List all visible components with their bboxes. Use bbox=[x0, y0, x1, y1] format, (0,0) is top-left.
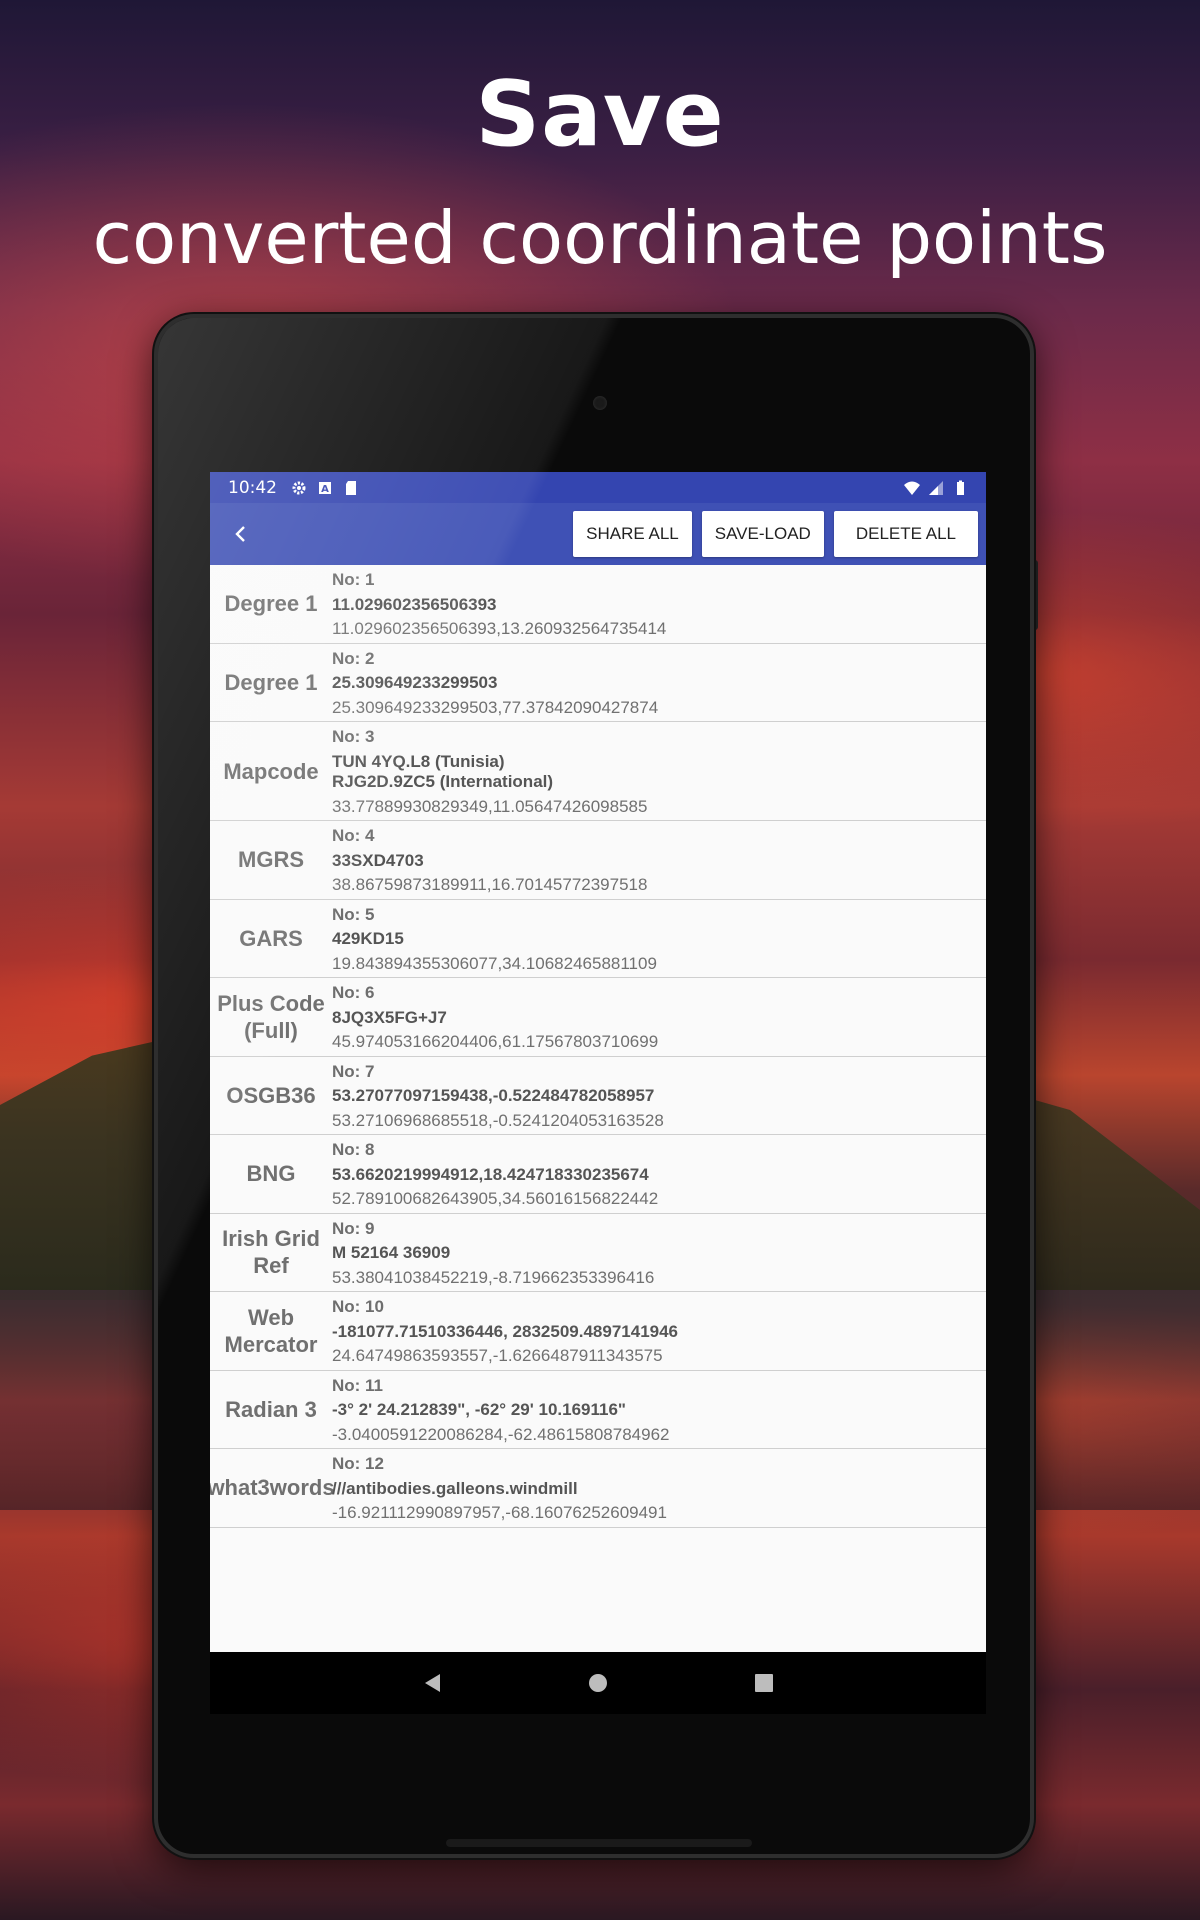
delete-all-button[interactable]: DELETE ALL bbox=[833, 511, 978, 557]
list-item[interactable]: Irish Grid Ref No: 9 M 52164 36909 53.38041… bbox=[210, 1214, 986, 1292]
lat-lon-value: 24.64749863593557,-1.6266487911343575 bbox=[332, 1346, 663, 1365]
entry-number: No: 5 bbox=[332, 904, 375, 924]
battery-icon bbox=[957, 480, 964, 495]
list-item[interactable]: OSGB36 No: 7 53.27077097159438,-0.52248478… bbox=[210, 1057, 986, 1135]
lat-lon-value: 19.843894355306077,34.10682465881109 bbox=[332, 953, 657, 973]
entry-details: No: 9 M 52164 36909 53.38041038452219,-8.7… bbox=[332, 1214, 986, 1292]
list-item[interactable]: Degree 1 No: 2 25.309649233299503 25.309649… bbox=[210, 644, 986, 722]
coordinate-type-label: BNG bbox=[246, 1161, 296, 1187]
entry-number: No: 6 bbox=[332, 983, 375, 1002]
entry-details: No: 10 -181077.71510336446, 2832509.48971… bbox=[332, 1292, 986, 1370]
entry-details: No: 1 11.029602356506393 11.02960235650639… bbox=[332, 565, 986, 643]
coordinate-type-label: Web Mercator bbox=[224, 1304, 318, 1357]
lat-lon-value: 11.029602356506393,13.260932564735414 bbox=[332, 619, 667, 638]
wifi-icon bbox=[904, 481, 920, 495]
coordinate-type-label: Degree 1 bbox=[224, 591, 318, 617]
lat-lon-value: 52.789100682643905,34.56016156822442 bbox=[332, 1189, 659, 1208]
converted-value: -181077.71510336446, 2832509.4897141946 bbox=[332, 1321, 679, 1341]
signal-icon bbox=[929, 480, 943, 495]
promo-subtitle: converted coordinate points bbox=[92, 196, 1108, 280]
promo-title: Save bbox=[475, 62, 725, 167]
lat-lon-value: 38.86759873189911,16.70145772397518 bbox=[332, 875, 648, 894]
app-toolbar: SHARE ALL SAVE-LOAD DELETE ALL bbox=[210, 503, 986, 565]
settings-icon bbox=[292, 481, 306, 494]
android-nav-bar bbox=[210, 1652, 986, 1714]
coordinate-type-label: Degree 1 bbox=[224, 669, 318, 695]
entry-number: No: 9 bbox=[332, 1218, 375, 1238]
lat-lon-value: -16.921112990897957,-68.16076252609491 bbox=[332, 1503, 667, 1522]
converted-value: 8JQ3X5FG+J7 bbox=[332, 1007, 447, 1027]
entry-details: No: 2 25.309649233299503 25.30964923329950… bbox=[332, 644, 986, 722]
list-item[interactable]: Web Mercator No: 10 -181077.71510336446, 2… bbox=[210, 1292, 986, 1371]
converted-value-secondary: RJG2D.9ZC5 (International) bbox=[332, 772, 554, 791]
coordinate-type-label: OSGB36 bbox=[226, 1082, 316, 1108]
converted-value: M 52164 36909 bbox=[332, 1243, 451, 1262]
converted-value: 53.27077097159438,-0.522484782058957 bbox=[332, 1086, 655, 1105]
converted-value: -3° 2' 24.212839", -62° 29' 10.169116" bbox=[332, 1400, 626, 1419]
nav-recents-icon[interactable] bbox=[751, 1670, 777, 1696]
nav-home-icon[interactable] bbox=[585, 1670, 611, 1696]
entry-number: No: 8 bbox=[332, 1140, 375, 1159]
font-icon: A bbox=[319, 481, 331, 495]
converted-value: 53.6620219994912,18.424718330235674 bbox=[332, 1164, 649, 1184]
entry-number: No: 7 bbox=[332, 1061, 375, 1081]
entry-number: No: 2 bbox=[332, 648, 375, 668]
svg-text:A: A bbox=[321, 484, 329, 495]
nav-back-icon[interactable] bbox=[419, 1670, 445, 1696]
lat-lon-value: 45.974053166204406,61.17567803710699 bbox=[332, 1032, 659, 1051]
entry-number: No: 3 bbox=[332, 727, 375, 746]
chevron-left-icon[interactable] bbox=[228, 521, 254, 547]
coordinate-type-label: Plus Code (Full) bbox=[217, 990, 325, 1043]
entry-details: No: 11 -3° 2' 24.212839", -62° 29' 10.169… bbox=[332, 1371, 986, 1449]
coordinate-type-label: MGRS bbox=[238, 847, 304, 873]
app-screen: 10:42 A SHARE ALL SAVE-LOAD DELETE ALL D… bbox=[210, 472, 986, 1714]
list-item[interactable]: GARS No: 5 429KD15 19.843894355306077,34.10… bbox=[210, 900, 986, 978]
lat-lon-value: -3.0400591220086284,-62.48615808784962 bbox=[332, 1424, 670, 1444]
lat-lon-value: 33.77889930829349,11.05647426098585 bbox=[332, 796, 648, 816]
entry-details: No: 12 ///antibodies.galleons.windmill -16… bbox=[332, 1449, 986, 1527]
converted-value: 25.309649233299503 bbox=[332, 673, 498, 692]
entry-number: No: 12 bbox=[332, 1454, 384, 1473]
tablet-bottom-edge bbox=[446, 1839, 752, 1847]
entry-number: No: 4 bbox=[332, 826, 375, 845]
coordinate-type-label: what3words bbox=[210, 1475, 335, 1501]
save-load-button[interactable]: SAVE-LOAD bbox=[701, 511, 824, 557]
entry-number: No: 11 bbox=[332, 1375, 384, 1395]
entry-details: No: 6 8JQ3X5FG+J7 45.974053166204406,61.17… bbox=[332, 978, 986, 1056]
coordinate-type-label: Irish Grid Ref bbox=[222, 1226, 320, 1279]
list-item[interactable]: Plus Code (Full) No: 6 8JQ3X5FG+J7 45.97405… bbox=[210, 978, 986, 1057]
converted-value: 429KD15 bbox=[332, 929, 404, 948]
lat-lon-value: 25.309649233299503,77.37842090427874 bbox=[332, 697, 659, 717]
entry-details: No: 3 TUN 4YQ.L8 (Tunisia) RJG2D.9ZC5 (Int… bbox=[332, 722, 986, 820]
sd-card-icon bbox=[346, 480, 356, 495]
entry-details: No: 8 53.6620219994912,18.424718330235674… bbox=[332, 1135, 986, 1213]
entry-details: No: 5 429KD15 19.843894355306077,34.106824… bbox=[332, 900, 986, 978]
list-item[interactable]: Mapcode No: 3 TUN 4YQ.L8 (Tunisia) RJG2D.9Z… bbox=[210, 722, 986, 821]
status-time: 10:42 bbox=[228, 477, 277, 498]
entry-details: No: 4 33SXD4703 38.86759873189911,16.70145… bbox=[332, 821, 986, 899]
status-bar: 10:42 A bbox=[210, 472, 986, 503]
camera-icon bbox=[593, 396, 607, 410]
saved-points-list: Degree 1 No: 1 11.029602356506393 11.029602… bbox=[210, 565, 986, 1528]
entry-number: No: 10 bbox=[332, 1297, 384, 1316]
coordinate-type-label: GARS bbox=[239, 925, 303, 951]
converted-value: 11.029602356506393 bbox=[332, 594, 497, 614]
converted-value: ///antibodies.galleons.windmill bbox=[332, 1478, 578, 1498]
list-item[interactable]: what3words No: 12 ///antibodies.galleons.w… bbox=[210, 1449, 986, 1528]
share-all-button[interactable]: SHARE ALL bbox=[573, 511, 692, 557]
entry-details: No: 7 53.27077097159438,-0.52248478205895… bbox=[332, 1057, 986, 1135]
lat-lon-value: 53.38041038452219,-8.719662353396416 bbox=[332, 1267, 655, 1287]
lat-lon-value: 53.27106968685518,-0.5241204053163528 bbox=[332, 1110, 664, 1130]
coordinate-type-label: Mapcode bbox=[223, 758, 319, 784]
list-item[interactable]: Degree 1 No: 1 11.029602356506393 11.029602… bbox=[210, 565, 986, 644]
list-item[interactable]: MGRS No: 4 33SXD4703 38.86759873189911,16.7… bbox=[210, 821, 986, 900]
converted-value: 33SXD4703 bbox=[332, 850, 424, 870]
coordinate-type-label: Radian 3 bbox=[225, 1396, 317, 1422]
tablet-frame: 10:42 A SHARE ALL SAVE-LOAD DELETE ALL D… bbox=[154, 314, 1034, 1858]
list-item[interactable]: Radian 3 No: 11 -3° 2' 24.212839", -62° 29… bbox=[210, 1371, 986, 1449]
list-item[interactable]: BNG No: 8 53.6620219994912,18.424718330235… bbox=[210, 1135, 986, 1214]
entry-number: No: 1 bbox=[332, 570, 375, 589]
